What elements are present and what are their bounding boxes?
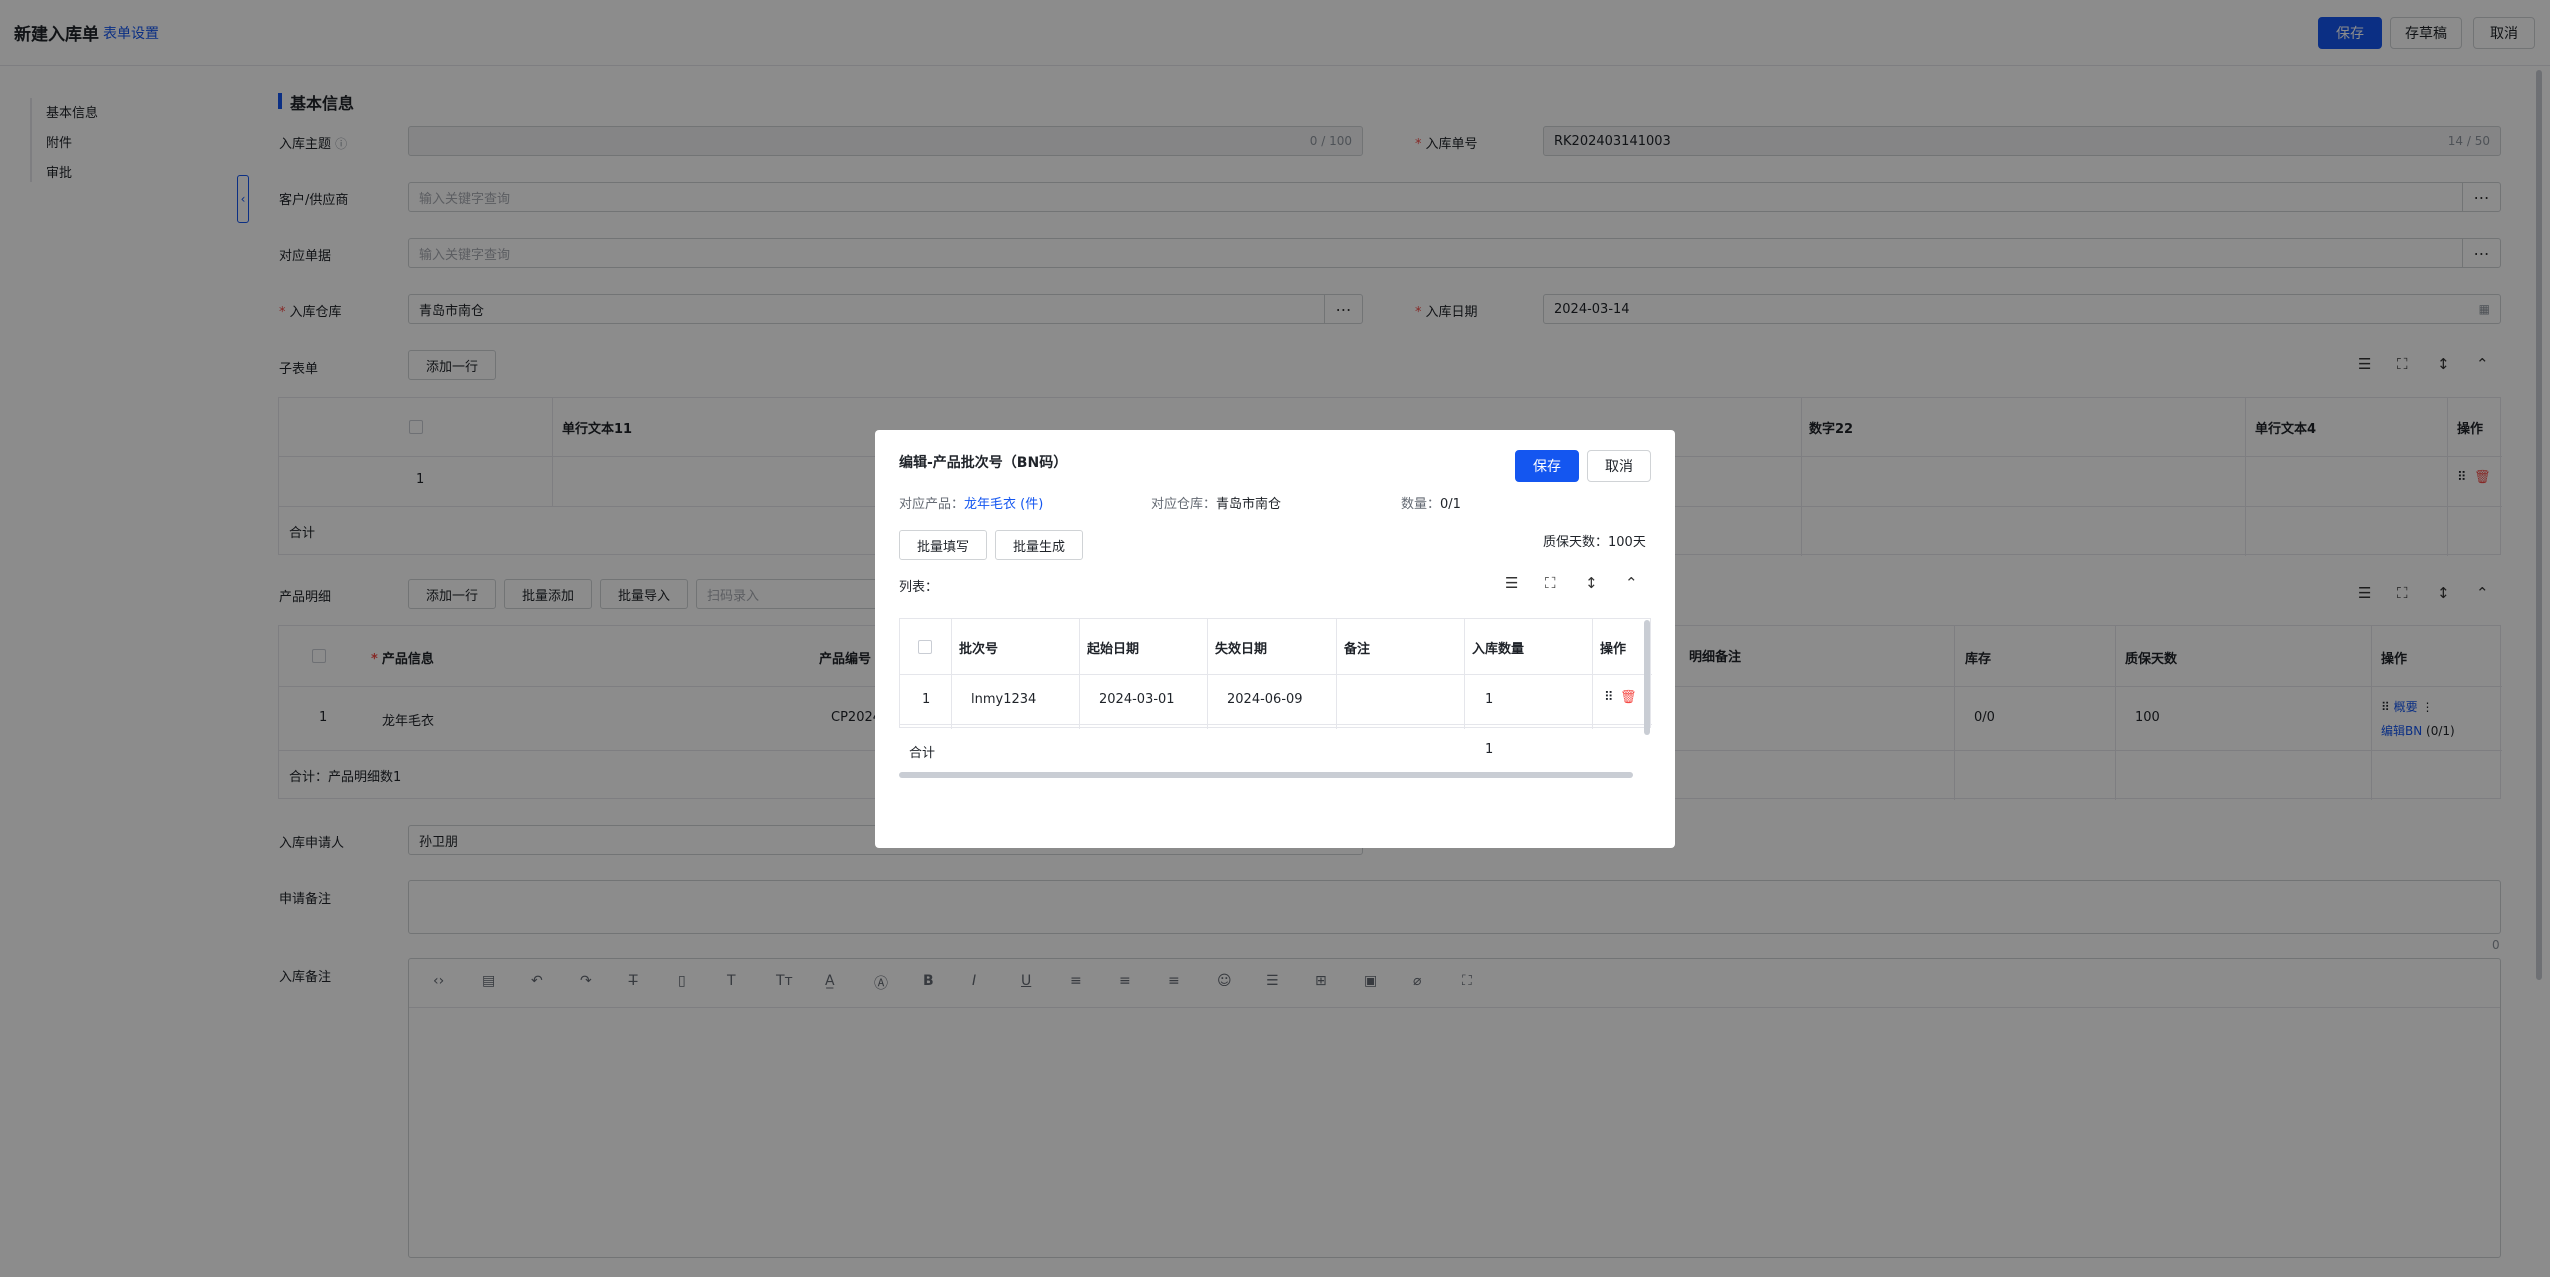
bn-col-note: 备注 <box>1344 642 1371 657</box>
product-link[interactable]: 龙年毛衣 (件) <box>964 497 1043 512</box>
modal-qty: 数量：0/1 <box>1401 497 1461 512</box>
bn-col-end: 失效日期 <box>1215 642 1268 657</box>
bn-row-index: 1 <box>922 692 931 707</box>
bn-total-label: 合计 <box>909 746 936 761</box>
bn-select-all-checkbox[interactable] <box>918 640 932 654</box>
modal-warranty: 质保天数：100天 <box>1543 535 1646 550</box>
chevron-up-icon[interactable]: ⌃ <box>1625 574 1638 592</box>
bn-table-h-scrollbar[interactable] <box>899 772 1633 778</box>
bn-row-batch[interactable]: lnmy1234 <box>971 692 1036 707</box>
bn-total-qty: 1 <box>1485 742 1494 757</box>
bn-table: 批次号 起始日期 失效日期 备注 入库数量 操作 1 lnmy1234 2024… <box>899 618 1652 761</box>
drag-handle-icon[interactable]: ⠿ <box>1604 690 1614 705</box>
trash-icon[interactable]: 🗑 <box>1620 690 1637 705</box>
bn-row-qty[interactable]: 1 <box>1485 692 1493 707</box>
modal-product: 对应产品：龙年毛衣 (件) <box>899 497 1044 512</box>
modal-title: 编辑-产品批次号（BN码） <box>899 455 1068 471</box>
bn-row-end[interactable]: 2024-06-09 <box>1227 692 1303 707</box>
modal-cancel-button[interactable]: 取消 <box>1587 450 1651 482</box>
batch-generate-button[interactable]: 批量生成 <box>995 530 1083 560</box>
bn-col-start: 起始日期 <box>1087 642 1140 657</box>
bn-row-start[interactable]: 2024-03-01 <box>1099 692 1175 707</box>
expand-vertical-icon[interactable]: ↕ <box>1585 574 1598 592</box>
bn-edit-modal: 编辑-产品批次号（BN码） 保存 取消 对应产品：龙年毛衣 (件) 对应仓库：青… <box>875 430 1675 848</box>
row-height-icon[interactable]: ☰ <box>1505 574 1518 592</box>
modal-warehouse: 对应仓库：青岛市南仓 <box>1151 497 1282 512</box>
batch-fill-button[interactable]: 批量填写 <box>899 530 987 560</box>
fullscreen-icon[interactable]: ⛶ <box>1545 574 1556 592</box>
bn-col-qty: 入库数量 <box>1472 642 1525 657</box>
bn-col-ops: 操作 <box>1600 642 1627 657</box>
modal-list-label: 列表： <box>899 580 939 595</box>
modal-save-button[interactable]: 保存 <box>1515 450 1579 482</box>
bn-table-v-scrollbar[interactable] <box>1644 620 1650 735</box>
bn-col-batch: 批次号 <box>959 642 999 657</box>
